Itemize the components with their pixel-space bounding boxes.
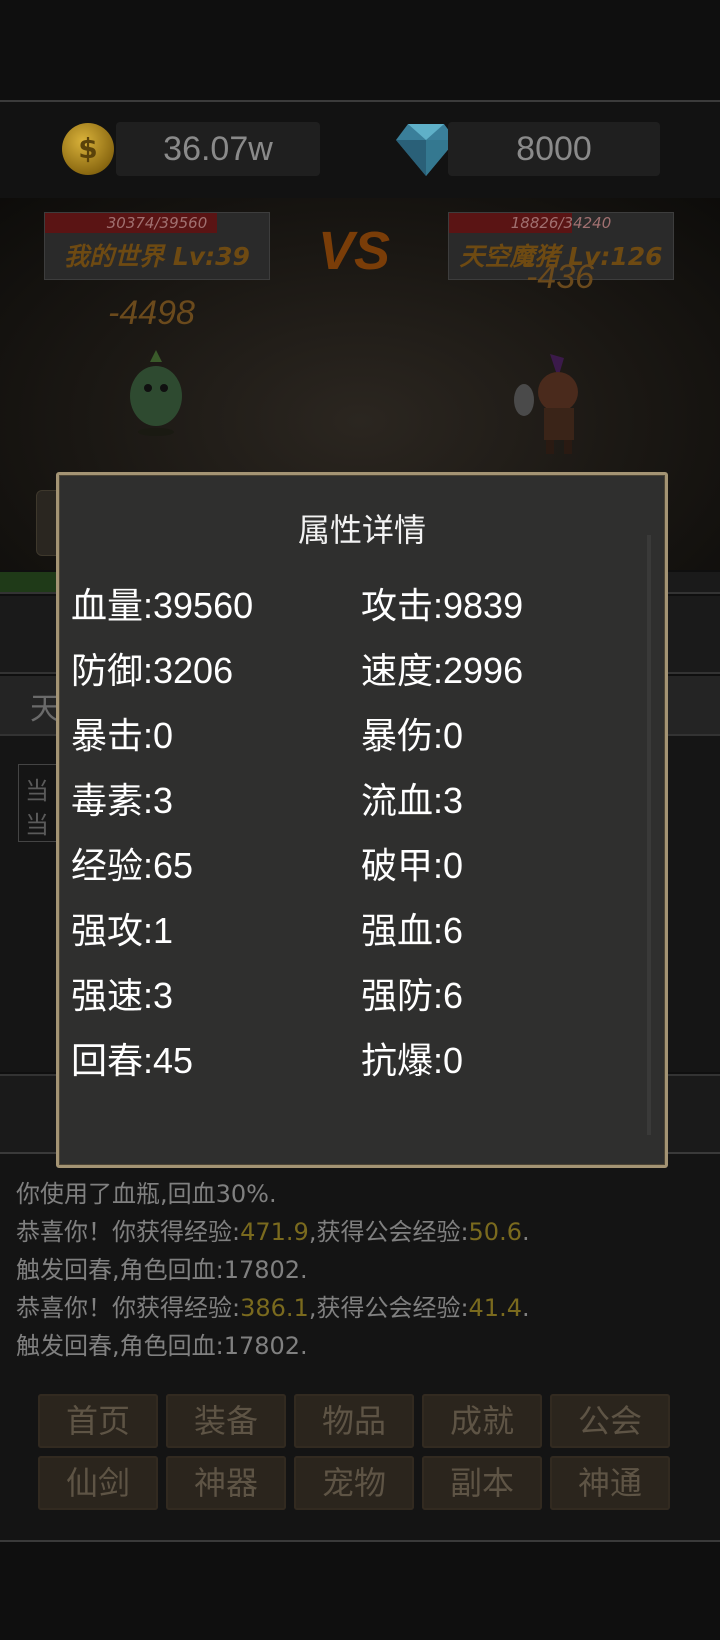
enemy-character-sprite: [514, 354, 578, 454]
attribute-item: 强攻:1: [71, 910, 174, 951]
attribute-item: 抗爆:0: [361, 1040, 464, 1081]
enemy-damage-number: -436: [526, 258, 595, 296]
player-character-sprite: [130, 350, 182, 436]
gold-coin-icon: $: [62, 123, 114, 175]
log-line: 你使用了血瓶,回血30%.: [16, 1174, 277, 1209]
attribute-item: 暴击:0: [71, 715, 174, 756]
player-name-level: 我的世界 Lv:39: [64, 242, 250, 271]
battle-log: 你使用了血瓶,回血30%. 恭喜你！你获得经验:471.9,获得公会经验:50.6…: [0, 1152, 720, 1374]
log-text: ,获得公会经验:: [308, 1294, 469, 1322]
attribute-item: 回春:45: [71, 1040, 194, 1081]
attribute-details-dialog[interactable]: 属性详情 血量:39560 攻击:9839 防御:3206 速度:2996 暴击:0 暴伤…: [56, 472, 668, 1168]
log-text: 恭喜你！你获得经验:: [16, 1218, 241, 1246]
current-label-2: 当: [25, 811, 49, 839]
log-text: ,获得公会经验:: [308, 1218, 469, 1246]
attribute-item: 防御:3206: [71, 650, 234, 691]
attribute-item: 血量:39560: [71, 585, 254, 626]
nav-powers-button[interactable]: 神通: [550, 1456, 670, 1510]
player-damage-number: -4498: [108, 294, 195, 332]
attribute-item: 毒素:3: [71, 780, 174, 821]
attribute-item: 暴伤:0: [361, 715, 464, 756]
log-text: 你使用了血瓶,回血30%.: [16, 1180, 277, 1208]
enemy-hp-text: 18826/34240: [510, 214, 612, 232]
attribute-item: 强速:3: [71, 975, 174, 1016]
player-status-box: 30374/39560 我的世界 Lv:39: [44, 212, 270, 280]
log-text: 触发回春,角色回血:17802.: [16, 1256, 308, 1284]
attribute-item: 破甲:0: [361, 845, 464, 886]
log-line: 触发回春,角色回血:17802.: [16, 1326, 308, 1361]
attribute-item: 强防:6: [361, 975, 464, 1016]
exp-progress-fill: [0, 572, 60, 592]
log-text: .: [521, 1218, 530, 1246]
nav-pet-button[interactable]: 宠物: [294, 1456, 414, 1510]
diamond-amount: 8000: [448, 122, 660, 176]
current-label-1: 当: [25, 777, 49, 805]
nav-sword-button[interactable]: 仙剑: [38, 1456, 158, 1510]
log-text: 触发回春,角色回血:17802.: [16, 1332, 308, 1360]
nav-dungeon-button[interactable]: 副本: [422, 1456, 542, 1510]
dialog-title: 属性详情: [297, 511, 426, 549]
log-line: 触发回春,角色回血:17802.: [16, 1250, 308, 1285]
log-value: 471.9: [240, 1218, 309, 1246]
currency-bar: $ 36.07w 8000: [0, 100, 720, 200]
attribute-item: 强血:6: [361, 910, 464, 951]
attribute-item: 流血:3: [361, 780, 464, 821]
log-line: 恭喜你！你获得经验:471.9,获得公会经验:50.6.: [16, 1212, 530, 1247]
log-text: .: [521, 1294, 530, 1322]
nav-artifact-button[interactable]: 神器: [166, 1456, 286, 1510]
log-value: 50.6: [468, 1218, 522, 1246]
player-hp-text: 30374/39560: [106, 214, 208, 232]
log-value: 386.1: [240, 1294, 309, 1322]
attribute-item: 攻击:9839: [361, 585, 524, 626]
nav-items-button[interactable]: 物品: [294, 1394, 414, 1448]
log-text: 恭喜你！你获得经验:: [16, 1294, 241, 1322]
log-value: 41.4: [468, 1294, 522, 1322]
attribute-item: 经验:65: [71, 845, 194, 886]
bottom-nav: 首页 装备 物品 成就 公会 仙剑 神器 宠物 副本 神通: [0, 1372, 720, 1542]
attribute-item: 速度:2996: [361, 650, 524, 691]
log-line: 恭喜你！你获得经验:386.1,获得公会经验:41.4.: [16, 1288, 530, 1323]
nav-guild-button[interactable]: 公会: [550, 1394, 670, 1448]
nav-achievements-button[interactable]: 成就: [422, 1394, 542, 1448]
nav-home-button[interactable]: 首页: [38, 1394, 158, 1448]
vs-label: VS: [318, 221, 391, 281]
gold-amount: 36.07w: [116, 122, 320, 176]
dialog-scrollbar[interactable]: [647, 535, 651, 1135]
nav-equipment-button[interactable]: 装备: [166, 1394, 286, 1448]
